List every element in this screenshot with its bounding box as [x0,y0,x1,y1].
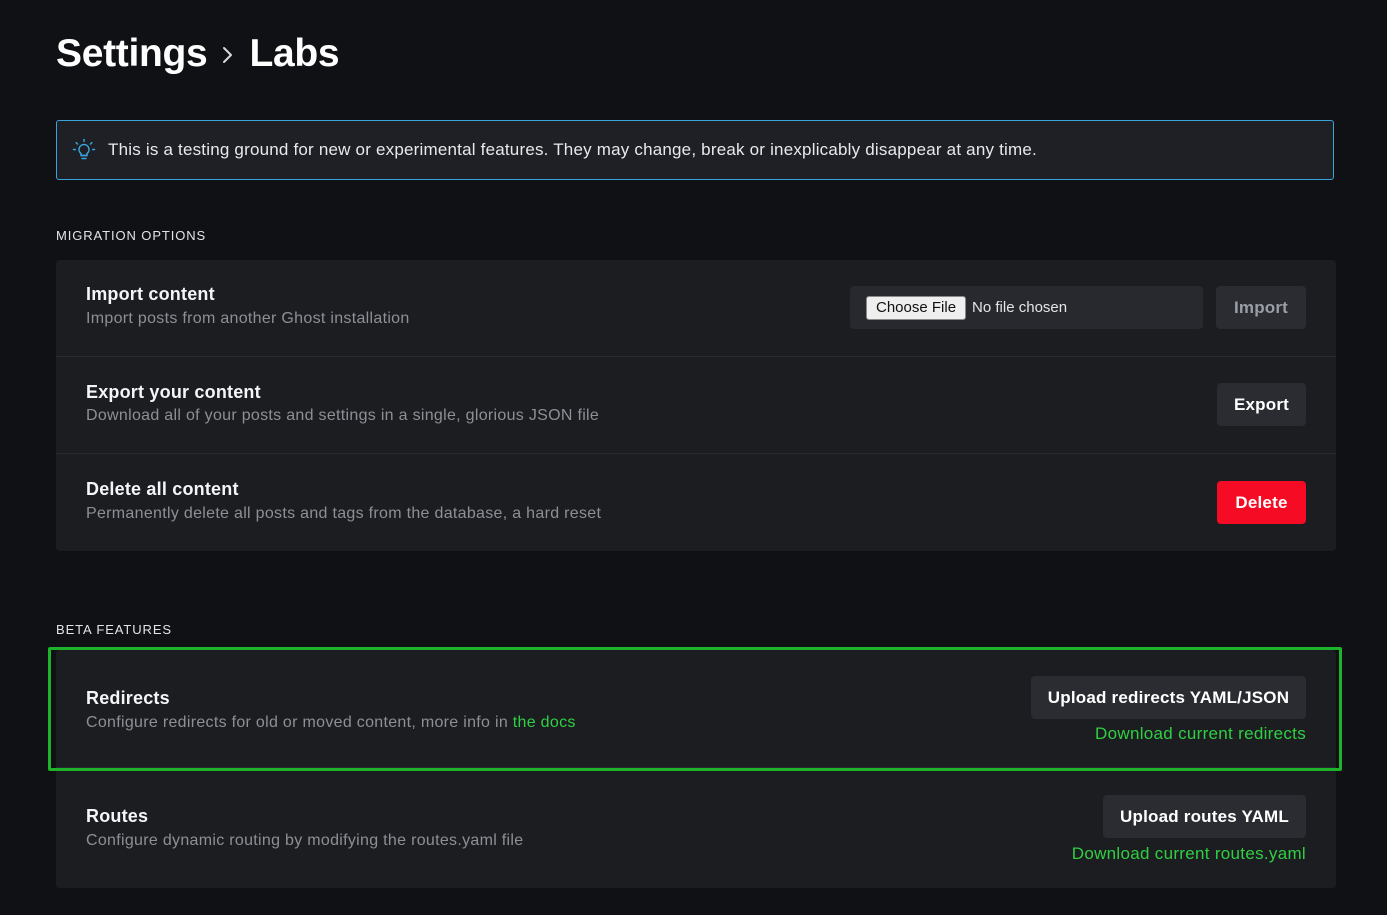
export-content-title: Export your content [86,382,261,402]
download-routes-link[interactable]: Download current routes.yaml [1072,844,1306,864]
download-redirects-link[interactable]: Download current redirects [1095,724,1306,744]
page-title: Labs [249,32,340,75]
upload-routes-button[interactable]: Upload routes YAML [1103,795,1306,838]
notice-text: This is a testing ground for new or expe… [108,140,1037,159]
redirects-description-text: Configure redirects for old or moved con… [86,714,513,731]
export-button[interactable]: Export [1217,383,1306,426]
import-content-row: Import content Import posts from another… [56,260,1336,357]
chevron-right-icon [217,30,241,78]
redirects-row: Redirects Configure redirects for old or… [56,650,1336,768]
import-content-description: Import posts from another Ghost installa… [86,310,410,327]
import-button[interactable]: Import [1216,286,1306,329]
redirects-description: Configure redirects for old or moved con… [86,714,576,732]
export-content-row: Export your content Download all of your… [56,357,1336,454]
routes-row: Routes Configure dynamic routing by modi… [56,768,1336,888]
breadcrumb-settings-link[interactable]: Settings [56,32,208,76]
upload-redirects-button[interactable]: Upload redirects YAML/JSON [1031,676,1306,719]
delete-button[interactable]: Delete [1217,481,1306,524]
migration-options-card: Import content Import posts from another… [56,260,1336,551]
docs-link[interactable]: the docs [513,714,576,731]
lightbulb-icon [72,138,96,160]
import-content-title: Import content [86,284,215,304]
routes-title: Routes [86,806,149,826]
labs-settings-page: Settings Labs This is a testing ground f… [0,0,1387,915]
delete-content-row: Delete all content Permanently delete al… [56,454,1336,551]
experimental-notice: This is a testing ground for new or expe… [56,120,1334,180]
migration-options-heading: MIGRATION OPTIONS [56,228,207,243]
beta-features-heading: BETA FEATURES [56,622,172,637]
import-file-input[interactable]: Choose File No file chosen [850,286,1203,329]
choose-file-button[interactable]: Choose File [866,295,967,320]
file-status: No file chosen [972,299,1068,316]
beta-features-card: Redirects Configure redirects for old or… [56,650,1336,888]
routes-description: Configure dynamic routing by modifying t… [86,832,524,849]
delete-content-description: Permanently delete all posts and tags fr… [86,505,602,522]
export-content-description: Download all of your posts and settings … [86,407,600,424]
delete-content-title: Delete all content [86,479,239,499]
breadcrumb: Settings Labs [56,30,340,78]
redirects-title: Redirects [86,688,170,708]
